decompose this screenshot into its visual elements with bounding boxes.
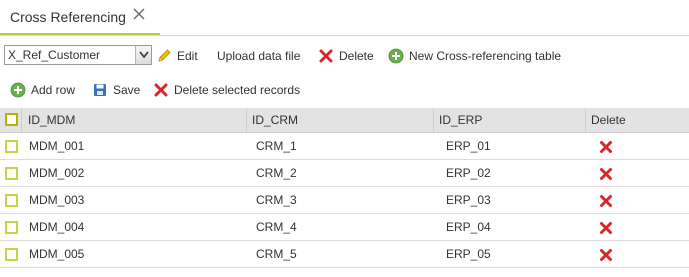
cell-id-mdm: MDM_003: [29, 193, 85, 207]
cell-id-erp: ERP_02: [446, 166, 491, 180]
cell-id-crm: CRM_3: [256, 193, 297, 207]
cell-id-erp: ERP_05: [446, 247, 491, 261]
table-select-value: X_Ref_Customer: [8, 48, 101, 62]
cell-id-mdm: MDM_001: [29, 139, 85, 153]
delete-x-icon: [318, 48, 334, 64]
table-row[interactable]: MDM_003 CRM_3 ERP_03: [0, 187, 689, 214]
row-checkbox[interactable]: [5, 221, 18, 234]
column-divider: [433, 108, 434, 133]
delete-table-button[interactable]: Delete: [318, 46, 374, 66]
row-checkbox[interactable]: [5, 167, 18, 180]
add-circle-icon: [10, 82, 26, 98]
row-checkbox[interactable]: [5, 140, 18, 153]
cell-id-mdm: MDM_004: [29, 220, 85, 234]
select-all-checkbox[interactable]: [5, 113, 18, 126]
delete-row-icon[interactable]: [599, 167, 613, 181]
column-header-delete: Delete: [591, 113, 626, 127]
delete-selected-records-button[interactable]: Delete selected records: [153, 80, 300, 100]
column-header-id-crm[interactable]: ID_CRM: [252, 108, 298, 133]
grid-header: ID_MDM ID_CRM ID_ERP Delete: [0, 108, 689, 133]
row-toolbar: Add row Save Delete selected records: [0, 79, 689, 101]
save-icon: [92, 82, 108, 98]
column-header-id-mdm[interactable]: ID_MDM: [28, 108, 75, 133]
table-select[interactable]: X_Ref_Customer: [4, 45, 152, 65]
chevron-down-icon[interactable]: [135, 46, 151, 64]
column-divider: [246, 108, 247, 133]
cell-id-erp: ERP_04: [446, 220, 491, 234]
save-button[interactable]: Save: [92, 80, 140, 100]
tab-label: Cross Referencing: [10, 9, 126, 25]
delete-row-icon[interactable]: [599, 248, 613, 262]
delete-row-icon[interactable]: [599, 194, 613, 208]
cell-id-crm: CRM_2: [256, 166, 297, 180]
table-row[interactable]: MDM_005 CRM_5 ERP_05: [0, 241, 689, 268]
cell-id-erp: ERP_03: [446, 193, 491, 207]
new-cross-referencing-table-button[interactable]: New Cross-referencing table: [388, 46, 561, 66]
row-checkbox[interactable]: [5, 248, 18, 261]
delete-selected-label: Delete selected records: [174, 83, 301, 97]
delete-x-icon: [153, 82, 169, 98]
table-row[interactable]: MDM_001 CRM_1 ERP_01: [0, 133, 689, 160]
add-circle-icon: [388, 48, 404, 64]
pencil-icon: [156, 48, 172, 64]
cell-id-crm: CRM_4: [256, 220, 297, 234]
cell-id-crm: CRM_5: [256, 247, 297, 261]
upload-data-file-button[interactable]: Upload data file: [217, 46, 300, 66]
delete-row-icon[interactable]: [599, 221, 613, 235]
edit-label: Edit: [177, 49, 198, 63]
table-row[interactable]: MDM_002 CRM_2 ERP_02: [0, 160, 689, 187]
table-row[interactable]: MDM_004 CRM_4 ERP_04: [0, 214, 689, 241]
table-toolbar: X_Ref_Customer Edit Upload data file Del…: [0, 44, 689, 68]
new-table-label: New Cross-referencing table: [409, 49, 562, 63]
cell-id-mdm: MDM_002: [29, 166, 85, 180]
column-divider: [21, 108, 22, 133]
close-icon[interactable]: [132, 7, 146, 21]
add-row-button[interactable]: Add row: [10, 80, 75, 100]
upload-label: Upload data file: [217, 49, 301, 63]
delete-label: Delete: [339, 49, 374, 63]
column-header-id-erp[interactable]: ID_ERP: [439, 108, 482, 133]
delete-row-icon[interactable]: [599, 140, 613, 154]
save-label: Save: [113, 83, 141, 97]
edit-button[interactable]: Edit: [156, 46, 198, 66]
tabbar-divider: [0, 35, 689, 36]
add-row-label: Add row: [31, 83, 76, 97]
cell-id-mdm: MDM_005: [29, 247, 85, 261]
cell-id-erp: ERP_01: [446, 139, 491, 153]
cell-id-crm: CRM_1: [256, 139, 297, 153]
row-checkbox[interactable]: [5, 194, 18, 207]
tab-bar: Cross Referencing: [0, 0, 689, 36]
column-divider: [585, 108, 586, 133]
